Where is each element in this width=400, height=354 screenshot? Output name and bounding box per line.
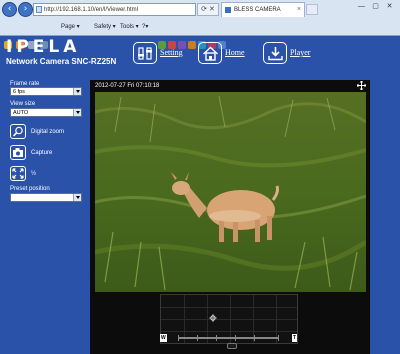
setting-link[interactable]: Setting [160, 48, 183, 57]
zoom-slider[interactable]: W T [159, 334, 298, 342]
camera-model-title: Network Camera SNC-RZ25N [6, 57, 117, 66]
back-button[interactable]: ‹ [2, 2, 17, 17]
expand-icon [12, 168, 24, 179]
grid-line [161, 331, 297, 332]
zoom-tick [235, 335, 236, 341]
crosshair-icon[interactable] [209, 314, 217, 322]
magnifier-icon [12, 126, 23, 137]
address-text: http://192.168.1.10/en/l/Viewer.html [44, 7, 138, 13]
forward-button[interactable]: › [18, 2, 33, 17]
setting-icon[interactable] [133, 42, 157, 64]
collapse-panel-button[interactable] [227, 343, 237, 349]
zoom-tick [278, 335, 279, 341]
home-link[interactable]: Home [225, 48, 245, 57]
timestamp: 2012-07-27 Fri 07:10:18 [95, 83, 160, 89]
digital-zoom-button[interactable] [10, 124, 26, 139]
capture-button[interactable] [10, 145, 26, 160]
camera-icon [13, 148, 23, 157]
chevron-down-icon[interactable] [73, 194, 81, 201]
preset-position-label: Preset position [10, 186, 50, 192]
zoom-wide-button[interactable]: W [160, 334, 167, 342]
page-icon [36, 6, 42, 13]
view-size-label: View size [10, 101, 36, 107]
chevron-down-icon[interactable] [73, 109, 81, 116]
zoom-tick [178, 335, 179, 341]
preset-position-select[interactable] [10, 193, 82, 202]
page-menu[interactable]: Page ▾ [61, 22, 80, 32]
addon-icon-4[interactable] [188, 41, 196, 49]
camera-viewer: 2012-07-27 Fri 07:10:18 W T [90, 80, 370, 354]
maximize-button[interactable]: ▢ [370, 2, 381, 13]
player-link[interactable]: Player [290, 48, 310, 57]
tools-menu[interactable]: Tools ▾ [120, 22, 139, 32]
tab-favicon [225, 7, 231, 13]
address-bar[interactable]: http://192.168.1.10/en/l/Viewer.html [33, 3, 196, 16]
zoom-tick [254, 335, 255, 341]
view-size-select[interactable]: AUTO [10, 108, 82, 117]
fullscreen-label[interactable]: ½ [31, 170, 36, 178]
player-icon[interactable] [263, 42, 287, 64]
close-window-button[interactable]: ✕ [384, 2, 395, 13]
tab-close-icon[interactable]: × [297, 3, 301, 17]
zoom-tick [197, 335, 198, 341]
digital-zoom-label[interactable]: Digital zoom [31, 128, 64, 136]
refresh-stop-buttons[interactable]: ⟳ ✕ [197, 3, 219, 16]
zoom-tele-button[interactable]: T [291, 334, 297, 342]
home-nav-icon[interactable] [198, 42, 222, 64]
grid-line [161, 307, 297, 308]
new-tab-button[interactable] [306, 4, 318, 15]
browser-tab[interactable]: BLESS CAMERA × [221, 2, 305, 17]
safety-menu[interactable]: Safety ▾ [94, 22, 116, 32]
live-video-image[interactable] [95, 92, 366, 292]
grid-line [161, 319, 297, 320]
frame-rate-select[interactable]: 6 fps [10, 87, 82, 96]
chevron-down-icon[interactable] [73, 88, 81, 95]
zoom-track[interactable] [178, 337, 279, 339]
fullscreen-button[interactable] [10, 166, 26, 181]
capture-label[interactable]: Capture [31, 149, 52, 157]
brand-logo: IPELA [6, 37, 81, 57]
minimize-button[interactable]: — [356, 2, 367, 13]
view-size-value: AUTO [13, 110, 29, 116]
tab-title: BLESS CAMERA [234, 7, 281, 13]
browser-chrome: ‹ › http://192.168.1.10/en/l/Viewer.html… [0, 0, 400, 49]
command-bar: Page ▾ Safety ▾ Tools ▾ ?▾ [0, 19, 400, 49]
frame-rate-value: 6 fps [13, 89, 25, 95]
move-icon[interactable] [357, 81, 366, 90]
help-menu[interactable]: ?▾ [142, 22, 148, 32]
zoom-tick [216, 335, 217, 341]
